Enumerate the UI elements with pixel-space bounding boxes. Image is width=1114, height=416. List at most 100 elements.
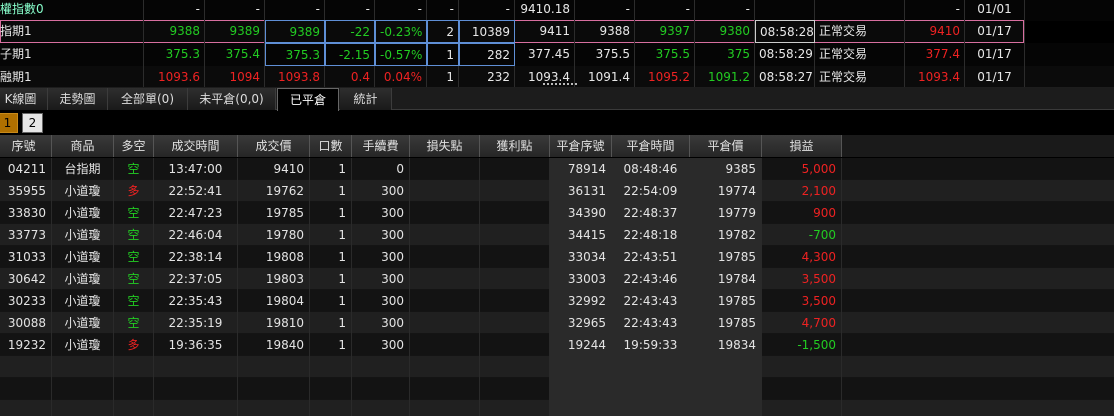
quote-cell-open: 9410.18 bbox=[515, 0, 575, 21]
cell-close-id: 19244 bbox=[550, 334, 612, 356]
column-header-close-time[interactable]: 平倉時間 bbox=[612, 135, 690, 157]
cell-fee bbox=[352, 400, 410, 416]
cell-close-time bbox=[612, 400, 690, 416]
column-header-qty[interactable]: 口數 bbox=[310, 135, 352, 157]
cell-close-id: 32992 bbox=[550, 290, 612, 312]
cell-fee: 300 bbox=[352, 312, 410, 334]
cell-profit bbox=[480, 246, 550, 268]
cell-id: 31033 bbox=[0, 246, 52, 268]
cell-price: 19808 bbox=[238, 246, 310, 268]
cell-close-price: 19779 bbox=[690, 202, 762, 224]
tab-open-positions[interactable]: 未平倉(0,0) bbox=[188, 88, 276, 110]
column-header-loss[interactable]: 損失點 bbox=[410, 135, 480, 157]
quote-row[interactable]: 權指數0- - - - - - -9410.18- - - -01/01 bbox=[0, 0, 1114, 21]
cell-id: 30233 bbox=[0, 290, 52, 312]
table-row[interactable] bbox=[0, 356, 1114, 378]
table-row[interactable]: 31033 小道瓊空 22:38:14 19808 1 300 33034 22:43:51 1… bbox=[0, 246, 1114, 268]
column-header-pnl[interactable]: 損益 bbox=[762, 135, 842, 157]
table-row[interactable]: 04211 台指期空 13:47:00 9410 1 0 78914 08:48:46 9385… bbox=[0, 158, 1114, 180]
quote-cell-high: - bbox=[575, 0, 635, 21]
cell-time: 22:38:14 bbox=[154, 246, 238, 268]
cell-pnl: 3,500 bbox=[762, 290, 842, 312]
cell-qty bbox=[310, 378, 352, 400]
cell-loss bbox=[410, 312, 480, 334]
cell-id: 04211 bbox=[0, 158, 52, 180]
cell-fee bbox=[352, 356, 410, 378]
table-row[interactable]: 33830 小道瓊空 22:47:23 19785 1 300 34390 22:48:37 1… bbox=[0, 202, 1114, 224]
cell-product: 小道瓊 bbox=[52, 246, 114, 268]
quote-cell-pct: 0.04% bbox=[375, 66, 427, 89]
cell-close-time bbox=[612, 378, 690, 400]
cell-qty: 1 bbox=[310, 158, 352, 180]
quote-cell-date: 01/17 bbox=[965, 66, 1025, 89]
cell-product: 小道瓊 bbox=[52, 180, 114, 202]
quote-cell-last: 375.3 bbox=[265, 43, 325, 66]
cell-close-id: 36131 bbox=[550, 180, 612, 202]
quote-cell-ask: 375.4 bbox=[205, 43, 265, 66]
table-row[interactable] bbox=[0, 378, 1114, 400]
cell-id bbox=[0, 400, 52, 416]
quote-cell-low: - bbox=[635, 0, 695, 21]
table-row[interactable]: 35955 小道瓊多 22:52:41 19762 1 300 36131 22:54:09 1… bbox=[0, 180, 1114, 202]
tab-all-orders[interactable]: 全部單(0) bbox=[108, 88, 188, 110]
quote-row[interactable]: 指期1 9388 9389 9389 -22 -0.23% 2 10389 9411 9388 93… bbox=[0, 20, 1025, 43]
cell-time bbox=[154, 400, 238, 416]
cell-side: 空 bbox=[114, 158, 154, 180]
cell-price: 19780 bbox=[238, 224, 310, 246]
cell-side: 空 bbox=[114, 312, 154, 334]
quote-cell-single: 1 bbox=[427, 43, 459, 66]
tab-statistics[interactable]: 統計 bbox=[340, 88, 392, 110]
column-header-id[interactable]: 序號 bbox=[0, 135, 52, 157]
cell-close-time: 22:48:18 bbox=[612, 224, 690, 246]
quote-cell-pct: -0.57% bbox=[375, 43, 427, 66]
cell-qty bbox=[310, 400, 352, 416]
column-header-time[interactable]: 成交時間 bbox=[154, 135, 238, 157]
cell-loss bbox=[410, 246, 480, 268]
column-header-close-price[interactable]: 平倉價 bbox=[690, 135, 762, 157]
quote-cell-status: 正常交易 bbox=[815, 66, 905, 89]
cell-price bbox=[238, 356, 310, 378]
table-row[interactable]: 30642 小道瓊空 22:37:05 19803 1 300 33003 22:43:46 1… bbox=[0, 268, 1114, 290]
table-row[interactable]: 30233 小道瓊空 22:35:43 19804 1 300 32992 22:43:43 1… bbox=[0, 290, 1114, 312]
column-header-close-id[interactable]: 平倉序號 bbox=[550, 135, 612, 157]
column-header-fee[interactable]: 手續費 bbox=[352, 135, 410, 157]
quote-cell-product: 指期1 bbox=[0, 20, 144, 43]
cell-profit bbox=[480, 290, 550, 312]
cell-fee bbox=[352, 378, 410, 400]
cell-profit bbox=[480, 158, 550, 180]
tab-closed-positions[interactable]: 已平倉 bbox=[277, 88, 339, 111]
quote-cell-open: 9411 bbox=[515, 20, 575, 43]
cell-id: 30642 bbox=[0, 268, 52, 290]
table-row[interactable]: 30088 小道瓊空 22:35:19 19810 1 300 32965 22:43:43 1… bbox=[0, 312, 1114, 334]
column-header-profit[interactable]: 獲利點 bbox=[480, 135, 550, 157]
cell-fee: 300 bbox=[352, 180, 410, 202]
cell-close-id: 33003 bbox=[550, 268, 612, 290]
quote-cell-low: 1095.2 bbox=[635, 66, 695, 89]
cell-side: 空 bbox=[114, 246, 154, 268]
table-row[interactable] bbox=[0, 400, 1114, 416]
cell-pnl: 4,300 bbox=[762, 246, 842, 268]
page-button-2[interactable]: 2 bbox=[22, 113, 43, 133]
tab-kline[interactable]: K線圖 bbox=[0, 88, 48, 110]
quote-cell-low: 9397 bbox=[635, 20, 695, 43]
quote-row[interactable]: 子期1 375.3 375.4 375.3 -2.15 -0.57% 1 282 377.45 3… bbox=[0, 43, 1114, 66]
quote-cell-status bbox=[815, 0, 905, 21]
cell-profit bbox=[480, 268, 550, 290]
cell-price: 9410 bbox=[238, 158, 310, 180]
cell-product: 小道瓊 bbox=[52, 334, 114, 356]
table-row[interactable]: 19232 小道瓊多 19:36:35 19840 1 300 19244 19:59:33 1… bbox=[0, 334, 1114, 356]
cell-fee: 300 bbox=[352, 290, 410, 312]
column-header-price[interactable]: 成交價 bbox=[238, 135, 310, 157]
splitter-grip-icon[interactable] bbox=[543, 83, 577, 86]
column-header-side[interactable]: 多空 bbox=[114, 135, 154, 157]
cell-profit bbox=[480, 224, 550, 246]
cell-product: 小道瓊 bbox=[52, 290, 114, 312]
cell-close-price: 19834 bbox=[690, 334, 762, 356]
tab-trend[interactable]: 走勢圖 bbox=[48, 88, 108, 110]
column-header-product[interactable]: 商品 bbox=[52, 135, 114, 157]
page-button-1[interactable]: 1 bbox=[0, 113, 18, 133]
quote-cell-time: 08:58:27 bbox=[755, 66, 815, 89]
pager: 1 2 bbox=[0, 112, 1114, 134]
cell-loss bbox=[410, 202, 480, 224]
table-row[interactable]: 33773 小道瓊空 22:46:04 19780 1 300 34415 22:48:18 1… bbox=[0, 224, 1114, 246]
